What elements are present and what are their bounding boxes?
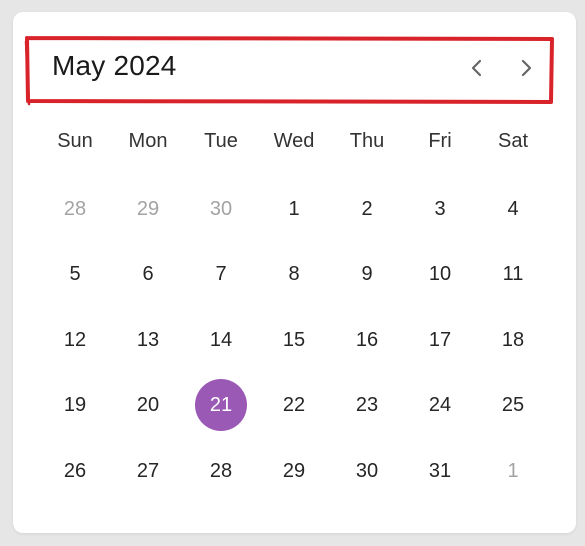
day-cell[interactable]: 18 [487, 314, 539, 366]
chevron-right-icon [521, 59, 532, 77]
day-cell-selected[interactable]: 21 [195, 379, 247, 431]
day-cell[interactable]: 23 [341, 379, 393, 431]
day-cell[interactable]: 29 [268, 445, 320, 497]
weekday-sat: Sat [497, 130, 529, 152]
day-cell[interactable]: 28 [195, 445, 247, 497]
weekday-thu: Thu [349, 130, 385, 152]
chevron-left-icon [471, 59, 482, 77]
day-cell[interactable]: 12 [49, 314, 101, 366]
day-cell[interactable]: 11 [487, 248, 539, 300]
day-cell[interactable]: 1 [268, 183, 320, 235]
day-cell[interactable]: 30 [195, 183, 247, 235]
day-cell[interactable]: 25 [487, 379, 539, 431]
day-cell[interactable]: 3 [414, 183, 466, 235]
previous-month-button[interactable] [461, 52, 493, 84]
day-cell[interactable]: 28 [49, 183, 101, 235]
day-cell[interactable]: 7 [195, 248, 247, 300]
day-cell[interactable]: 30 [341, 445, 393, 497]
next-month-button[interactable] [510, 52, 542, 84]
day-cell[interactable]: 4 [487, 183, 539, 235]
day-cell[interactable]: 27 [122, 445, 174, 497]
day-cell[interactable]: 20 [122, 379, 174, 431]
day-cell[interactable]: 26 [49, 445, 101, 497]
day-cell[interactable]: 8 [268, 248, 320, 300]
day-cell[interactable]: 24 [414, 379, 466, 431]
weekday-tue: Tue [204, 130, 238, 152]
day-cell[interactable]: 19 [49, 379, 101, 431]
day-cell[interactable]: 16 [341, 314, 393, 366]
weekday-fri: Fri [428, 130, 452, 152]
month-title: May 2024 [52, 50, 177, 81]
day-cell[interactable]: 22 [268, 379, 320, 431]
day-cell[interactable]: 2 [341, 183, 393, 235]
day-cell[interactable]: 1 [487, 445, 539, 497]
weekday-mon: Mon [128, 130, 168, 152]
day-cell[interactable]: 13 [122, 314, 174, 366]
day-cell[interactable]: 9 [341, 248, 393, 300]
weekday-wed: Wed [273, 130, 315, 152]
day-cell[interactable]: 5 [49, 248, 101, 300]
day-cell[interactable]: 6 [122, 248, 174, 300]
day-cell[interactable]: 15 [268, 314, 320, 366]
day-cell[interactable]: 14 [195, 314, 247, 366]
day-cell[interactable]: 10 [414, 248, 466, 300]
day-cell[interactable]: 29 [122, 183, 174, 235]
weekday-sun: Sun [57, 130, 93, 152]
day-cell[interactable]: 31 [414, 445, 466, 497]
day-cell[interactable]: 17 [414, 314, 466, 366]
